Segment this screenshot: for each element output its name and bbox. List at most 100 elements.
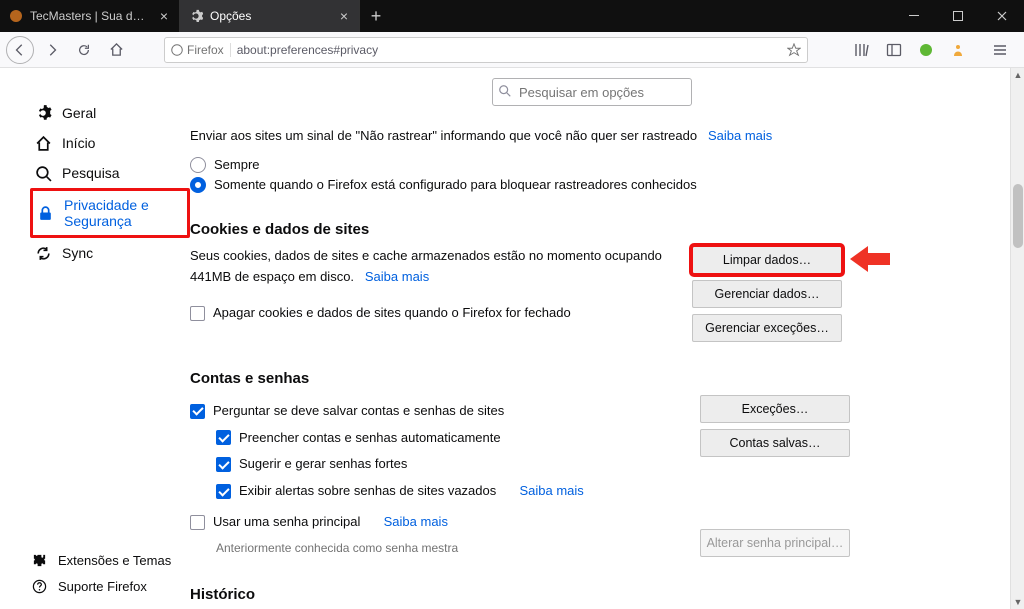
checkbox-icon [190,404,205,419]
sidebar-item-geral[interactable]: Geral [30,98,190,128]
radio-icon [190,157,206,173]
extension-icon-2[interactable] [948,40,968,60]
section-dnt: Enviar aos sites um sinal de "Não rastre… [190,126,890,193]
checkbox-icon [190,515,205,530]
checkbox-label: Exibir alertas sobre senhas de sites vaz… [239,481,496,502]
sidebar-item-extensoes[interactable]: Extensões e Temas [30,547,171,573]
preferences-page: Geral Início Pesquisa Privacidade e Segu… [0,68,1024,609]
minimize-button[interactable] [892,0,936,32]
tab-label: TecMasters | Sua dose diária de [30,9,151,23]
sync-icon [34,244,52,262]
new-tab-button[interactable]: + [360,0,392,32]
url-text: about:preferences#privacy [237,43,378,57]
saved-logins-button[interactable]: Contas salvas… [700,429,850,457]
window-titlebar: TecMasters | Sua dose diária de × Opções… [0,0,1024,32]
home-button[interactable] [102,36,130,64]
search-icon [498,84,512,98]
extension-icon-1[interactable] [916,40,936,60]
scroll-up-icon[interactable]: ▲ [1011,68,1024,82]
home-icon [34,134,52,152]
puzzle-icon [30,551,48,569]
sidebar-item-label: Privacidade e Segurança [64,197,183,229]
identity-box[interactable]: Firefox [171,43,231,57]
sidebar-item-label: Pesquisa [62,165,120,181]
firefox-logo-icon [171,44,183,56]
change-primary-password-button: Alterar senha principal… [700,529,850,557]
help-icon [30,577,48,595]
close-icon[interactable]: × [337,9,351,23]
search-icon [34,164,52,182]
sidebar-item-pesquisa[interactable]: Pesquisa [30,158,190,188]
sidebar-item-label: Suporte Firefox [58,579,147,594]
preferences-content: Enviar aos sites um sinal de "Não rastre… [190,68,1024,609]
sidebar-item-suporte[interactable]: Suporte Firefox [30,573,171,599]
clear-data-button[interactable]: Limpar dados… [692,246,842,274]
sidebar-item-sync[interactable]: Sync [30,238,190,268]
back-button[interactable] [6,36,34,64]
dnt-option-configurado[interactable]: Somente quando o Firefox está configurad… [190,177,890,193]
section-history: Histórico [190,586,890,603]
library-icon[interactable] [852,40,872,60]
favicon-site-icon [8,8,24,24]
annotation-arrow-icon [850,248,890,270]
section-cookies: Cookies e dados de sites Seus cookies, d… [190,221,890,342]
dnt-learn-more-link[interactable]: Saiba mais [708,128,772,143]
radio-icon [190,177,206,193]
scroll-down-icon[interactable]: ▼ [1011,595,1024,609]
sidebar-icon[interactable] [884,40,904,60]
checkbox-label: Apagar cookies e dados de sites quando o… [213,303,571,324]
checkbox-icon [216,430,231,445]
preferences-sidebar: Geral Início Pesquisa Privacidade e Segu… [0,68,190,609]
close-window-button[interactable] [980,0,1024,32]
checkbox-label: Sugerir e gerar senhas fortes [239,454,407,475]
ask-save-checkbox-row[interactable]: Perguntar se deve salvar contas e senhas… [190,401,680,422]
primary-note-text: Anteriormente conhecida como senha mestr… [216,539,680,558]
section-logins: Contas e senhas Perguntar se deve salvar… [190,370,890,558]
radio-label: Sempre [214,157,260,172]
logins-exceptions-button[interactable]: Exceções… [700,395,850,423]
tab-opcoes[interactable]: Opções × [180,0,360,32]
section-heading: Histórico [190,586,890,603]
gear-icon [34,104,52,122]
tab-tecmasters[interactable]: TecMasters | Sua dose diária de × [0,0,180,32]
manage-exceptions-button[interactable]: Gerenciar exceções… [692,314,842,342]
url-bar[interactable]: Firefox about:preferences#privacy [164,37,808,63]
preferences-search-input[interactable] [492,78,692,106]
app-menu-button[interactable] [990,40,1010,60]
dnt-option-sempre[interactable]: Sempre [190,157,890,173]
checkbox-label: Usar uma senha principal [213,512,360,533]
content-scrollbar[interactable]: ▲ ▼ [1010,68,1024,609]
sidebar-item-label: Sync [62,245,93,261]
autofill-checkbox-row[interactable]: Preencher contas e senhas automaticament… [216,428,680,449]
maximize-button[interactable] [936,0,980,32]
lock-icon [37,204,54,222]
section-heading: Contas e senhas [190,370,890,387]
window-buttons [892,0,1024,32]
nav-toolbar: Firefox about:preferences#privacy [0,32,1024,68]
suggest-checkbox-row[interactable]: Sugerir e gerar senhas fortes [216,454,680,475]
cookies-learn-more-link[interactable]: Saiba mais [365,269,429,284]
checkbox-label: Preencher contas e senhas automaticament… [239,428,501,449]
dnt-intro-text: Enviar aos sites um sinal de "Não rastre… [190,128,697,143]
primary-learn-more-link[interactable]: Saiba mais [384,512,448,533]
breach-learn-more-link[interactable]: Saiba mais [519,481,583,502]
identity-label: Firefox [187,43,224,57]
primary-password-checkbox-row[interactable]: Usar uma senha principal Saiba mais [190,512,680,533]
sidebar-item-label: Extensões e Temas [58,553,171,568]
forward-button[interactable] [38,36,66,64]
sidebar-item-label: Geral [62,105,96,121]
section-heading: Cookies e dados de sites [190,221,890,238]
checkbox-icon [216,457,231,472]
manage-data-button[interactable]: Gerenciar dados… [692,280,842,308]
sidebar-item-privacidade[interactable]: Privacidade e Segurança [30,188,190,238]
checkbox-label: Perguntar se deve salvar contas e senhas… [213,401,504,422]
close-icon[interactable]: × [157,9,171,23]
sidebar-item-inicio[interactable]: Início [30,128,190,158]
reload-button[interactable] [70,36,98,64]
bookmark-star-icon[interactable] [787,43,801,57]
breach-checkbox-row[interactable]: Exibir alertas sobre senhas de sites vaz… [216,481,680,502]
tab-label: Opções [210,9,331,23]
gear-icon [188,8,204,24]
scrollbar-thumb[interactable] [1013,184,1023,248]
delete-on-close-checkbox-row[interactable]: Apagar cookies e dados de sites quando o… [190,303,672,324]
